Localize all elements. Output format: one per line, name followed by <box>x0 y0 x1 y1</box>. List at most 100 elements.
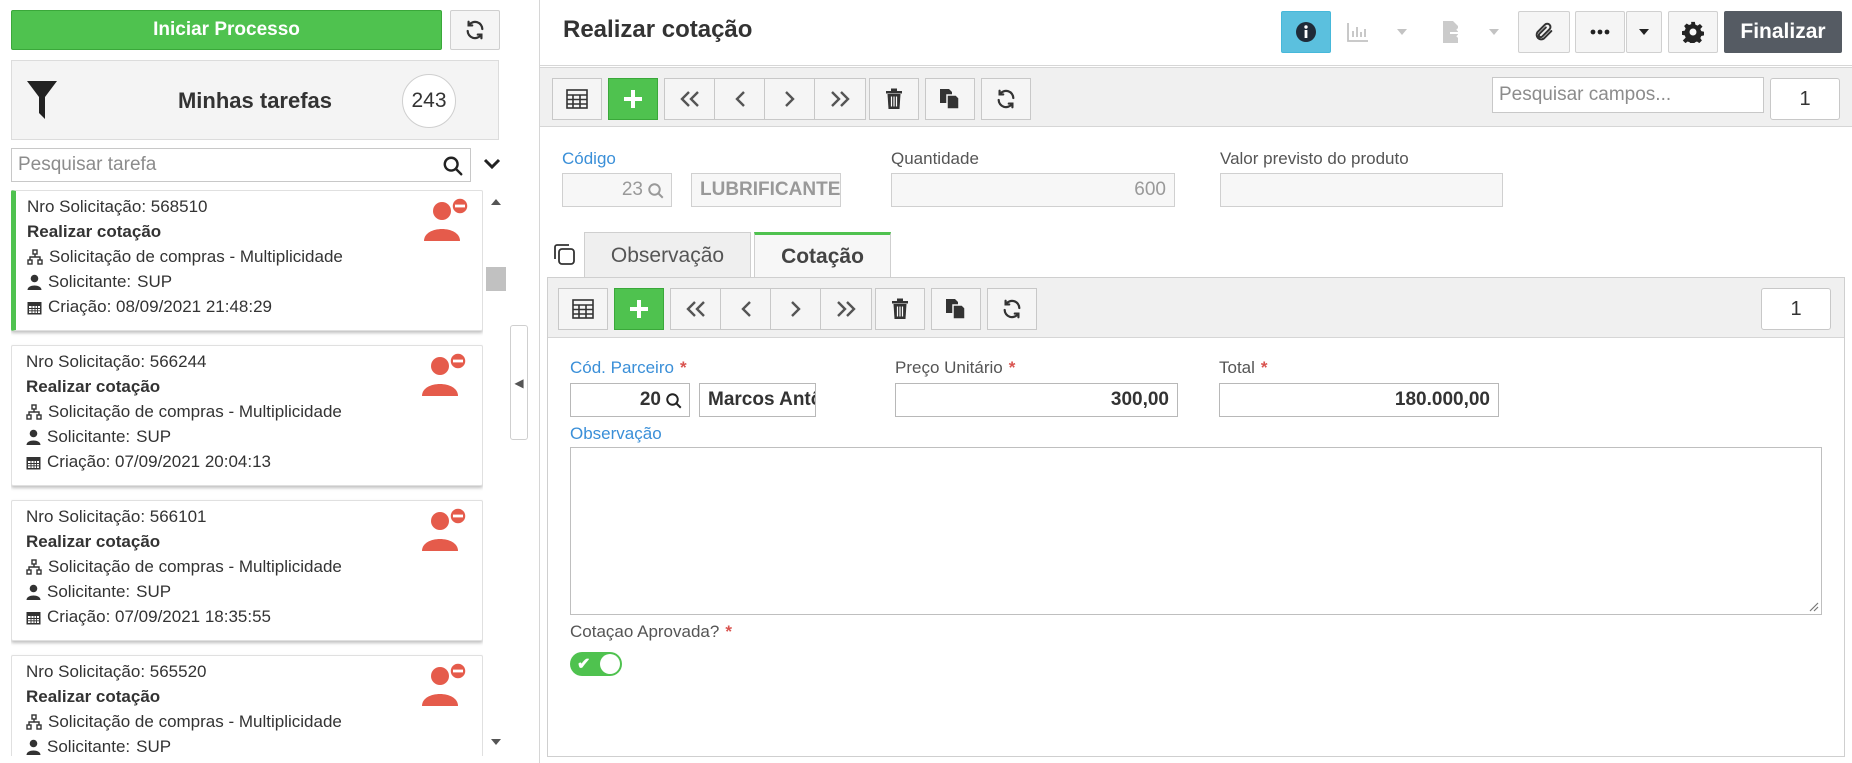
user-remove-icon <box>422 507 467 551</box>
copy-record-button[interactable] <box>931 288 981 330</box>
delete-record-button[interactable] <box>875 288 925 330</box>
task-number: Nro Solicitação: 566101 <box>26 507 207 526</box>
task-requester: SUP <box>137 272 173 291</box>
more-button[interactable] <box>1575 11 1625 53</box>
task-card[interactable]: Nro Solicitação: 566101 Realizar cotação… <box>11 500 483 641</box>
delete-record-button[interactable] <box>869 78 919 120</box>
task-requester: SUP <box>136 427 172 446</box>
tab-observacao[interactable]: Observação <box>584 232 751 278</box>
navigation-group <box>670 288 872 330</box>
sitemap-icon <box>27 249 43 265</box>
refresh-icon <box>1003 299 1021 319</box>
user-remove-icon <box>422 352 467 396</box>
next-record-button[interactable] <box>765 79 815 119</box>
chevron-down-icon <box>1489 29 1499 35</box>
prev-record-button[interactable] <box>715 79 765 119</box>
codigo-description-field: LUBRIFICANTE <box>691 173 841 207</box>
record-page-indicator[interactable]: 1 <box>1770 78 1840 120</box>
task-sidebar: Iniciar Processo Minhas tarefas 243 Nro … <box>0 0 540 763</box>
my-tasks-header[interactable]: Minhas tarefas 243 <box>11 60 499 140</box>
add-record-button[interactable] <box>614 288 664 330</box>
task-title: Realizar cotação <box>27 222 162 241</box>
parceiro-name-field: Marcos Antônio <box>699 383 816 417</box>
next-icon <box>790 301 801 317</box>
first-icon <box>679 91 699 107</box>
task-card[interactable]: Nro Solicitação: 568510 Realizar cotação… <box>11 190 483 331</box>
task-title: Realizar cotação <box>26 532 161 551</box>
task-list-scrollbar[interactable] <box>486 192 506 756</box>
task-card[interactable]: Nro Solicitação: 565520 Realizar cotação… <box>11 655 483 756</box>
valor-previsto-field[interactable] <box>1220 173 1503 207</box>
chart-button[interactable] <box>1332 11 1422 53</box>
chevron-down-icon[interactable] <box>482 156 502 172</box>
scroll-down-icon[interactable] <box>490 738 502 746</box>
document-export-icon <box>1443 21 1462 43</box>
first-record-button[interactable] <box>671 289 721 329</box>
add-record-button[interactable] <box>608 78 658 120</box>
cod-parceiro-value: 20 <box>639 389 661 410</box>
observacao-textarea[interactable] <box>570 447 1822 615</box>
task-requester: SUP <box>136 582 172 601</box>
task-created: Criação: 07/09/2021 20:04:13 <box>47 452 272 471</box>
search-icon[interactable] <box>442 155 464 177</box>
task-process: Solicitação de compras - Multiplicidade <box>48 557 342 576</box>
task-created: Criação: 07/09/2021 18:35:55 <box>47 607 272 626</box>
task-process: Solicitação de compras - Multiplicidade <box>48 402 342 421</box>
task-search-box <box>11 148 471 182</box>
quantidade-field[interactable]: 600 <box>891 173 1175 207</box>
resize-handle-icon[interactable] <box>1807 600 1819 612</box>
task-requester: SUP <box>136 737 172 756</box>
top-bar: Realizar cotação Finalizar <box>540 0 1852 66</box>
start-process-button[interactable]: Iniciar Processo <box>11 10 442 50</box>
next-record-button[interactable] <box>771 289 821 329</box>
total-label: Total * <box>1219 358 1268 377</box>
export-button[interactable] <box>1425 11 1515 53</box>
finalize-button[interactable]: Finalizar <box>1724 11 1842 53</box>
task-number: Nro Solicitação: 566244 <box>26 352 207 371</box>
task-process: Solicitação de compras - Multiplicidade <box>49 247 343 266</box>
copy-icon <box>940 89 960 110</box>
more-dropdown-button[interactable] <box>1626 11 1662 53</box>
settings-button[interactable] <box>1668 11 1718 53</box>
person-icon <box>26 429 41 445</box>
codigo-field[interactable]: 23 <box>562 173 672 207</box>
scroll-up-icon[interactable] <box>490 198 502 206</box>
cod-parceiro-label: Cód. Parceiro * <box>570 358 687 377</box>
info-button[interactable] <box>1281 11 1331 53</box>
check-icon: ✔ <box>577 656 591 673</box>
task-requester-label: Solicitante: <box>47 737 131 756</box>
search-icon[interactable] <box>647 182 665 200</box>
preco-unitario-field[interactable]: 300,00 <box>895 383 1178 417</box>
prev-record-button[interactable] <box>721 289 771 329</box>
attachment-button[interactable] <box>1518 11 1570 53</box>
collapse-sidebar-handle[interactable]: ◀ <box>510 325 528 440</box>
reload-record-button[interactable] <box>981 78 1031 120</box>
last-record-button[interactable] <box>821 289 871 329</box>
copy-record-button[interactable] <box>925 78 975 120</box>
task-requester-label: Solicitante: <box>47 582 131 601</box>
navigation-group <box>664 78 866 120</box>
user-remove-icon <box>422 662 467 706</box>
task-requester-label: Solicitante: <box>47 427 131 446</box>
scroll-thumb[interactable] <box>486 267 506 291</box>
total-field[interactable]: 180.000,00 <box>1219 383 1499 417</box>
task-card[interactable]: Nro Solicitação: 566244 Realizar cotação… <box>11 345 483 486</box>
main-panel: Realizar cotação Finalizar 1 Pesquisar c… <box>540 0 1852 763</box>
cod-parceiro-field[interactable]: 20 <box>570 383 690 417</box>
reload-record-button[interactable] <box>987 288 1037 330</box>
duplicate-icon[interactable] <box>552 242 576 266</box>
copy-icon <box>946 299 966 320</box>
person-icon <box>26 584 41 600</box>
search-icon[interactable] <box>665 392 683 410</box>
last-record-button[interactable] <box>815 79 865 119</box>
grid-view-button[interactable] <box>552 78 602 120</box>
field-search-input[interactable] <box>1493 78 1763 112</box>
refresh-tasks-button[interactable] <box>450 10 500 50</box>
task-list: Nro Solicitação: 568510 Realizar cotação… <box>11 190 483 756</box>
task-search-input[interactable] <box>12 149 432 181</box>
cotacao-aprovada-toggle[interactable]: ✔ <box>570 652 622 676</box>
tab-cotacao[interactable]: Cotação <box>754 232 891 278</box>
record-page-indicator[interactable]: 1 <box>1761 288 1831 330</box>
first-record-button[interactable] <box>665 79 715 119</box>
grid-view-button[interactable] <box>558 288 608 330</box>
